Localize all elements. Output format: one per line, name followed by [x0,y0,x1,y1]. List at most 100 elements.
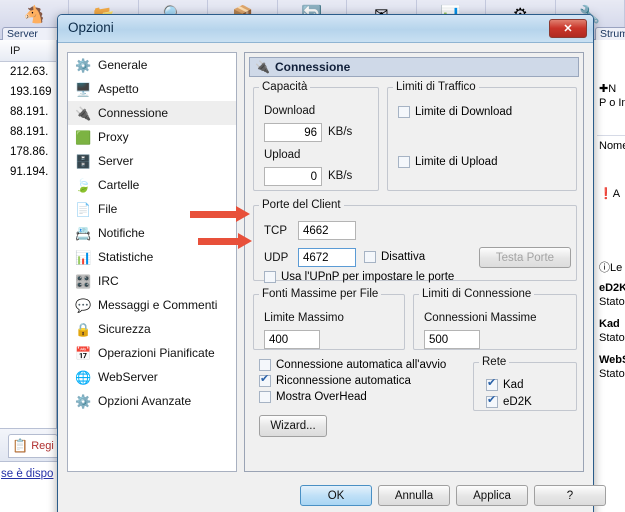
dialog-button-row: OK Annulla Applica ? [58,483,606,512]
group-limiti-traffico: Limiti di Traffico Limite di Download Li… [387,81,577,191]
sidebar-item-label: Server [98,154,134,168]
dialog-content: ⚙️ Generale 🖥️ Aspetto 🔌 Connessione 🟩 Proxy… [58,43,606,512]
info-line: Stato [599,368,625,380]
tab-registro[interactable]: 📋 Regi [8,434,58,458]
group-limiti-traffico-legend: Limiti di Traffico [396,81,476,93]
disattiva-label: Disattiva [381,251,426,263]
tab-server[interactable]: Server [2,27,60,40]
limite-download-checkbox[interactable]: Limite di Download [398,106,512,118]
mostra-overhead-label: Mostra OverHead [276,391,367,403]
testa-porte-button[interactable]: Testa Porte [479,247,571,268]
connection-settings-panel: 🔌 Connessione Capacità Download KB/s Upl… [244,52,584,472]
sidebar-item-label: WebServer [98,370,158,384]
sidebar-item-label: Statistiche [98,250,154,264]
tcp-port-input[interactable] [298,221,356,240]
upload-unit: KB/s [328,170,353,182]
group-capacita-legend: Capacità [262,81,308,93]
apply-button[interactable]: Applica [456,485,528,506]
limite-upload-checkbox[interactable]: Limite di Upload [398,156,497,168]
ed2k-checkbox[interactable]: eD2K [486,394,532,408]
disattiva-udp-checkbox[interactable]: Disattiva [364,251,425,263]
sidebar-item-label: Messaggi e Commenti [98,298,218,312]
group-rete-legend: Rete [482,356,507,368]
limite-upload-label: Limite di Upload [415,156,498,168]
irc-chat-icon: 🎛️ [75,273,92,289]
tab-strumenti[interactable]: Strum [595,27,625,40]
upnp-checkbox[interactable]: Usa l'UPnP per impostare le porte [264,271,454,283]
sidebar-item-operazioni-pianificate[interactable]: 📅 Operazioni Pianificate [68,341,236,365]
sidebar-item-file[interactable]: 📄 File [68,197,236,221]
group-limiti-connessione: Limiti di Connessione Connessioni Massim… [413,288,577,350]
sidebar-item-aspetto[interactable]: 🖥️ Aspetto [68,77,236,101]
screen: IP 212.63. 193.169 88.191. 88.191. 178.8… [0,0,625,512]
sidebar-item-label: Aspetto [98,82,139,96]
info-line[interactable]: ❗A [597,187,625,201]
group-porte-client: Porte del Client TCP UDP Disattiva Testa… [253,199,577,283]
help-button[interactable]: ? [534,485,606,506]
udp-port-input[interactable] [298,248,356,267]
group-rete: Rete Kad eD2K [473,356,577,411]
wizard-button[interactable]: Wizard... [259,415,327,437]
globe-icon: 🌐 [75,369,92,385]
tcp-label: TCP [264,225,287,237]
plug-red-icon: 🔌 [255,60,270,74]
kad-checkbox[interactable]: Kad [486,377,523,391]
server-row[interactable]: 88.191. [0,122,56,142]
notification-icon: 📇 [75,225,92,241]
download-unit: KB/s [328,126,353,138]
monitor-blue-icon: 🖥️ [75,81,92,97]
close-icon[interactable]: ✕ [549,19,587,38]
sidebar-item-server[interactable]: 🗄️ Server [68,149,236,173]
checkbox-box [259,391,271,403]
sidebar-item-connessione[interactable]: 🔌 Connessione [68,101,236,125]
options-category-list: ⚙️ Generale 🖥️ Aspetto 🔌 Connessione 🟩 Proxy… [67,52,237,472]
sidebar-item-irc[interactable]: 🎛️ IRC [68,269,236,293]
sidebar-item-webserver[interactable]: 🌐 WebServer [68,365,236,389]
checkbox-box [486,377,498,391]
server-row[interactable]: 193.169 [0,82,56,102]
cancel-button[interactable]: Annulla [378,485,450,506]
server-row[interactable]: 212.63. [0,62,56,82]
sidebar-item-notifiche[interactable]: 📇 Notifiche [68,221,236,245]
group-fonti-massime-legend: Fonti Massime per File [262,288,379,300]
sidebar-item-label: Notifiche [98,226,145,240]
sidebar-item-cartelle[interactable]: 🍃 Cartelle [68,173,236,197]
server-row[interactable]: 91.194. [0,162,56,182]
right-info-pane: ✚N P o In Nome ❗A ⓘLe eD2K Stato Kad Sta… [597,40,625,512]
info-line[interactable]: ✚N [597,82,625,96]
sidebar-item-statistiche[interactable]: 📊 Statistiche [68,245,236,269]
download-capacity-input[interactable] [264,123,322,142]
riconnessione-automatica-checkbox[interactable]: Riconnessione automatica [259,373,411,387]
add-server-icon: ✚ [599,83,609,95]
server-row[interactable]: 88.191. [0,102,56,122]
group-fonti-massime: Fonti Massime per File Limite Massimo [253,288,405,350]
sidebar-item-opzioni-avanzate[interactable]: ⚙️ Opzioni Avanzate [68,389,236,413]
upload-label: Upload [264,149,301,161]
checkbox-box [486,394,498,408]
sidebar-item-sicurezza[interactable]: 🔒 Sicurezza [68,317,236,341]
connessione-automatica-label: Connessione automatica all'avvio [276,359,447,371]
limite-massimo-input[interactable] [264,330,320,349]
checkbox-box [364,251,376,263]
sidebar-item-messaggi-e-commenti[interactable]: 💬 Messaggi e Commenti [68,293,236,317]
sidebar-item-generale[interactable]: ⚙️ Generale [68,53,236,77]
checkbox-box [398,156,410,168]
connessioni-massime-label: Connessioni Massime [424,312,537,324]
udp-label: UDP [264,252,289,264]
info-line: Kad [599,318,620,330]
options-dialog: Opzioni ✕ ⚙️ Generale 🖥️ Aspetto 🔌 Connessi… [57,14,606,512]
connessioni-massime-input[interactable] [424,330,480,349]
sidebar-item-label: Sicurezza [98,322,151,336]
download-label: Download [264,105,316,117]
server-row[interactable]: 178.86. [0,142,56,162]
gear-yellow-icon: ⚙️ [75,57,92,73]
dialog-title-bar[interactable]: Opzioni ✕ [58,15,593,43]
connessione-automatica-checkbox[interactable]: Connessione automatica all'avvio [259,359,446,371]
upload-capacity-input[interactable] [264,167,322,186]
sidebar-item-label: IRC [98,274,119,288]
ok-button[interactable]: OK [300,485,372,506]
sidebar-item-proxy[interactable]: 🟩 Proxy [68,125,236,149]
server-tower-icon: 🗄️ [75,153,92,169]
mostra-overhead-checkbox[interactable]: Mostra OverHead [259,391,367,403]
checkbox-box [259,359,271,371]
